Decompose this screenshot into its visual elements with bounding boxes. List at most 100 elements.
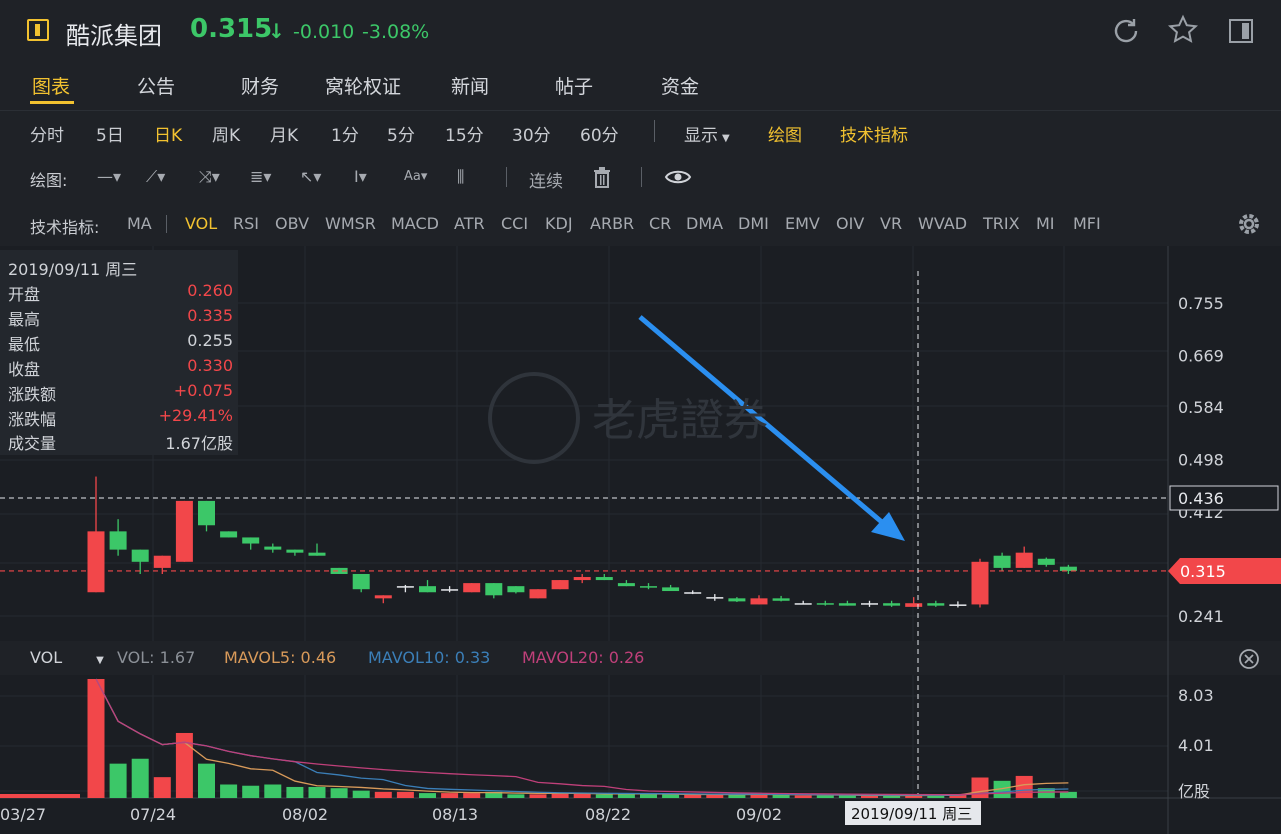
tab-announcements[interactable]: 公告 xyxy=(137,72,175,99)
arrow-tool-icon[interactable]: ↖▾ xyxy=(300,167,321,186)
draw-button[interactable]: 绘图 xyxy=(768,121,802,146)
continuous-toggle[interactable]: 连续 xyxy=(529,167,563,192)
ohlc-key: 涨跌额 xyxy=(8,385,57,404)
tab-capital[interactable]: 资金 xyxy=(661,72,699,99)
indicator-button[interactable]: 技术指标 xyxy=(840,121,908,146)
mavol10-value: MAVOL10: 0.33 xyxy=(368,648,491,667)
tab-posts[interactable]: 帖子 xyxy=(555,72,593,99)
volume-bar xyxy=(617,794,635,798)
volume-bar xyxy=(1015,775,1033,798)
crosshair-price-label: 0.436 xyxy=(1178,489,1224,508)
close-volume-icon[interactable] xyxy=(1238,648,1260,670)
time-axis-label: 08/13 xyxy=(432,805,478,824)
tab-warrants[interactable]: 窝轮权证 xyxy=(325,72,401,99)
indicator-arbr[interactable]: ARBR xyxy=(590,214,634,233)
indicator-obv[interactable]: OBV xyxy=(275,214,309,233)
candle-body xyxy=(529,589,547,599)
ohlc-date: 2019/09/11 周三 xyxy=(8,260,138,279)
timeframe-intraday[interactable]: 分时 xyxy=(30,121,64,146)
watermark-text: 老虎證券 xyxy=(592,395,768,446)
volume-bar xyxy=(242,785,260,798)
timeframe-5min[interactable]: 5分 xyxy=(387,121,415,146)
line-tool-icon[interactable]: —▾ xyxy=(97,167,121,186)
wave-tool-icon[interactable]: ⤨▾ xyxy=(199,167,220,187)
display-dropdown[interactable]: 显示 ▼ xyxy=(684,121,730,146)
volume-bar xyxy=(330,788,348,798)
volume-bar xyxy=(419,793,436,798)
polyline-tool-icon[interactable]: ⟋▾ xyxy=(146,167,165,187)
candle-body xyxy=(131,549,149,562)
volume-bar xyxy=(308,786,326,798)
timeframe-weekly-k[interactable]: 周K xyxy=(212,121,240,146)
volume-bar xyxy=(131,758,149,798)
timeframe-monthly-k[interactable]: 月K xyxy=(270,121,298,146)
indicator-dma[interactable]: DMA xyxy=(686,214,723,233)
panel-toggle-icon[interactable] xyxy=(1228,18,1254,44)
indicator-mi[interactable]: MI xyxy=(1036,214,1055,233)
timeframe-daily-k[interactable]: 日K xyxy=(154,121,182,146)
timeframe-1min[interactable]: 1分 xyxy=(331,121,359,146)
candle-body xyxy=(198,500,215,526)
time-axis-label: 08/02 xyxy=(282,805,328,824)
drawbar-divider-2 xyxy=(641,167,642,187)
candle-tool-icon[interactable]: ⫼ xyxy=(457,167,464,187)
tab-financials[interactable]: 财务 xyxy=(241,72,279,99)
channel-tool-icon[interactable]: ≣▾ xyxy=(250,167,271,186)
visibility-eye-icon[interactable] xyxy=(664,166,692,188)
indicator-mfi[interactable]: MFI xyxy=(1073,214,1101,233)
volume-bar xyxy=(264,784,282,798)
candle-body xyxy=(993,555,1011,568)
settings-gear-icon[interactable] xyxy=(1236,211,1262,237)
time-axis-label: 07/24 xyxy=(130,805,176,824)
indicator-rsi[interactable]: RSI xyxy=(233,214,259,233)
timeframe-toolbar xyxy=(0,110,1281,153)
indicator-atr[interactable]: ATR xyxy=(454,214,485,233)
tab-news[interactable]: 新闻 xyxy=(451,72,489,99)
volume-bar xyxy=(352,790,370,798)
volume-bar xyxy=(728,794,746,798)
volume-indicator-select[interactable]: VOL ▼ xyxy=(30,648,104,667)
indicator-emv[interactable]: EMV xyxy=(785,214,820,233)
trash-icon[interactable] xyxy=(591,165,613,189)
stock-badge-icon xyxy=(27,19,49,41)
candle-body xyxy=(1037,558,1055,565)
caret-down-icon: ▼ xyxy=(96,655,104,666)
timeframe-15min[interactable]: 15分 xyxy=(445,121,484,146)
timeframe-5day[interactable]: 5日 xyxy=(96,121,124,146)
candle-body xyxy=(463,583,481,593)
indicator-kdj[interactable]: KDJ xyxy=(545,214,573,233)
ohlc-key: 涨跌幅 xyxy=(8,410,57,429)
candle-body xyxy=(883,603,901,606)
price-down-arrow-icon: ↓ xyxy=(268,19,285,43)
candle-body xyxy=(750,598,768,605)
indicator-macd[interactable]: MACD xyxy=(391,214,439,233)
ohlc-key: 成交量 xyxy=(8,434,57,453)
candle-body xyxy=(927,603,945,606)
indicator-label: 技术指标: xyxy=(30,218,100,237)
volume-axis-label: 4.01 xyxy=(1178,736,1214,755)
refresh-icon[interactable] xyxy=(1110,15,1142,47)
candle-body xyxy=(264,546,282,550)
indicator-oiv[interactable]: OIV xyxy=(836,214,864,233)
text-cursor-tool-icon[interactable]: Ⅰ▾ xyxy=(354,167,367,186)
candle-body xyxy=(595,577,613,581)
volume-bar xyxy=(838,795,856,798)
indicator-wvad[interactable]: WVAD xyxy=(918,214,967,233)
candle-body xyxy=(374,595,392,599)
timeframe-60min[interactable]: 60分 xyxy=(580,121,619,146)
indicator-vr[interactable]: VR xyxy=(880,214,902,233)
indicator-trix[interactable]: TRIX xyxy=(983,214,1020,233)
indicator-ma[interactable]: MA xyxy=(127,214,152,233)
font-tool-icon[interactable]: Aa▾ xyxy=(404,169,427,184)
indicator-vol[interactable]: VOL xyxy=(185,214,217,233)
time-axis-label: 09/02 xyxy=(736,805,782,824)
indicator-wmsr[interactable]: WMSR xyxy=(325,214,376,233)
indicator-cr[interactable]: CR xyxy=(649,214,671,233)
timeframe-30min[interactable]: 30分 xyxy=(512,121,551,146)
indicator-dmi[interactable]: DMI xyxy=(738,214,769,233)
volume-bar xyxy=(109,763,127,798)
ohlc-value: +29.41% xyxy=(158,406,233,425)
tab-chart[interactable]: 图表 xyxy=(32,72,70,99)
indicator-cci[interactable]: CCI xyxy=(501,214,528,233)
favorite-star-icon[interactable] xyxy=(1167,14,1199,46)
